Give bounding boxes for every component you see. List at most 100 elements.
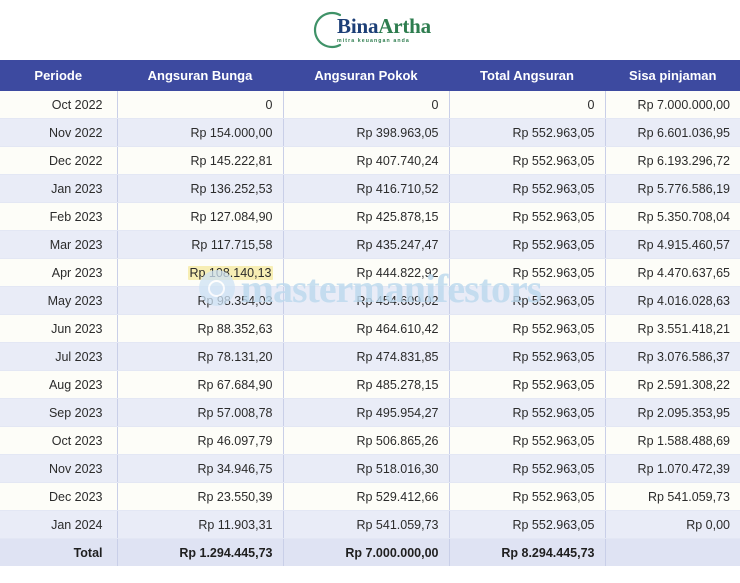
table-header-row: Periode Angsuran Bunga Angsuran Pokok To…	[0, 60, 740, 91]
cell-total-angsuran: Rp 552.963,05	[449, 482, 606, 511]
column-header-sisa-pinjaman[interactable]: Sisa pinjaman	[605, 60, 740, 91]
amortization-table: Periode Angsuran Bunga Angsuran Pokok To…	[0, 60, 740, 566]
cell-angsuran-bunga: Rp 34.946,75	[117, 454, 284, 483]
cell-total-angsuran: Rp 552.963,05	[449, 174, 606, 203]
table-row[interactable]: Oct 2022 0 0 0 Rp 7.000.000,00	[0, 91, 740, 119]
cell-sisa-pinjaman: Rp 541.059,73	[605, 482, 740, 511]
table-total-row: Total Rp 1.294.445,73 Rp 7.000.000,00 Rp 8.…	[0, 538, 740, 566]
column-header-periode[interactable]: Periode	[0, 60, 118, 91]
table-row[interactable]: May 2023 Rp 98.354,03 Rp 454.609,02 Rp 552.…	[0, 286, 740, 315]
binaartha-logo: BinaArtha mitra keuangan anda	[309, 6, 431, 54]
table-row[interactable]: Sep 2023 Rp 57.008,78 Rp 495.954,27 Rp 552.…	[0, 398, 740, 427]
cell-periode: Oct 2023	[0, 426, 118, 455]
cell-sisa-pinjaman: Rp 6.601.036,95	[605, 118, 740, 147]
logo-header: BinaArtha mitra keuangan anda	[0, 0, 740, 60]
cell-periode: Oct 2022	[0, 91, 118, 119]
table-row[interactable]: Apr 2023 Rp 108.140,13 Rp 444.822,92 Rp 552…	[0, 258, 740, 287]
total-cell-periode: Total	[0, 538, 118, 566]
table-body: Oct 2022 0 0 0 Rp 7.000.000,00 Nov 2022 Rp 154…	[0, 91, 740, 566]
cell-sisa-pinjaman: Rp 1.070.472,39	[605, 454, 740, 483]
cell-sisa-pinjaman: Rp 2.591.308,22	[605, 370, 740, 399]
cell-angsuran-bunga: Rp 78.131,20	[117, 342, 284, 371]
cell-angsuran-pokok: Rp 425.878,15	[283, 202, 450, 231]
cell-angsuran-pokok: Rp 464.610,42	[283, 314, 450, 343]
cell-periode: Sep 2023	[0, 398, 118, 427]
cell-angsuran-bunga: Rp 46.097,79	[117, 426, 284, 455]
table-row[interactable]: Aug 2023 Rp 67.684,90 Rp 485.278,15 Rp 552.…	[0, 370, 740, 399]
cell-total-angsuran: 0	[449, 91, 606, 119]
cell-sisa-pinjaman: Rp 2.095.353,95	[605, 398, 740, 427]
table-row[interactable]: Jan 2023 Rp 136.252,53 Rp 416.710,52 Rp 552…	[0, 174, 740, 203]
cell-total-angsuran: Rp 552.963,05	[449, 258, 606, 287]
table-row[interactable]: Dec 2023 Rp 23.550,39 Rp 529.412,66 Rp 552.…	[0, 482, 740, 511]
cell-angsuran-pokok: Rp 541.059,73	[283, 510, 450, 539]
cell-sisa-pinjaman: Rp 4.470.637,65	[605, 258, 740, 287]
cell-angsuran-pokok: Rp 416.710,52	[283, 174, 450, 203]
cell-sisa-pinjaman: Rp 0,00	[605, 510, 740, 539]
cell-angsuran-bunga: Rp 127.084,90	[117, 202, 284, 231]
cell-periode: Nov 2022	[0, 118, 118, 147]
cell-angsuran-pokok: Rp 407.740,24	[283, 146, 450, 175]
cell-sisa-pinjaman: Rp 4.016.028,63	[605, 286, 740, 315]
table-row[interactable]: Feb 2023 Rp 127.084,90 Rp 425.878,15 Rp 552…	[0, 202, 740, 231]
cell-total-angsuran: Rp 552.963,05	[449, 118, 606, 147]
total-cell-total-angsuran: Rp 8.294.445,73	[449, 538, 606, 566]
cell-angsuran-bunga: Rp 136.252,53	[117, 174, 284, 203]
table-row[interactable]: Jun 2023 Rp 88.352,63 Rp 464.610,42 Rp 552.…	[0, 314, 740, 343]
table-header: Periode Angsuran Bunga Angsuran Pokok To…	[0, 60, 740, 91]
cell-angsuran-bunga: Rp 88.352,63	[117, 314, 284, 343]
cell-angsuran-bunga: Rp 108.140,13	[117, 258, 284, 287]
cell-angsuran-bunga: Rp 57.008,78	[117, 398, 284, 427]
table-row[interactable]: Mar 2023 Rp 117.715,58 Rp 435.247,47 Rp 552…	[0, 230, 740, 259]
cell-angsuran-pokok: Rp 454.609,02	[283, 286, 450, 315]
total-cell-angsuran-bunga: Rp 1.294.445,73	[117, 538, 284, 566]
cell-sisa-pinjaman: Rp 6.193.296,72	[605, 146, 740, 175]
cell-angsuran-bunga: Rp 98.354,03	[117, 286, 284, 315]
cell-periode: Apr 2023	[0, 258, 118, 287]
cell-total-angsuran: Rp 552.963,05	[449, 202, 606, 231]
cell-sisa-pinjaman: Rp 1.588.488,69	[605, 426, 740, 455]
cell-total-angsuran: Rp 552.963,05	[449, 342, 606, 371]
cell-total-angsuran: Rp 552.963,05	[449, 146, 606, 175]
table-row[interactable]: Jul 2023 Rp 78.131,20 Rp 474.831,85 Rp 552.…	[0, 342, 740, 371]
cell-periode: Jan 2024	[0, 510, 118, 539]
cell-sisa-pinjaman: Rp 3.076.586,37	[605, 342, 740, 371]
column-header-angsuran-bunga[interactable]: Angsuran Bunga	[117, 60, 284, 91]
cell-periode: Jan 2023	[0, 174, 118, 203]
cell-periode: Mar 2023	[0, 230, 118, 259]
cell-angsuran-bunga: Rp 145.222,81	[117, 146, 284, 175]
cell-angsuran-pokok: Rp 495.954,27	[283, 398, 450, 427]
cell-angsuran-bunga: Rp 117.715,58	[117, 230, 284, 259]
table-row[interactable]: Oct 2023 Rp 46.097,79 Rp 506.865,26 Rp 552.…	[0, 426, 740, 455]
column-header-angsuran-pokok[interactable]: Angsuran Pokok	[283, 60, 450, 91]
logo-tagline: mitra keuangan anda	[337, 37, 410, 44]
logo-name-part2: Artha	[378, 13, 431, 38]
logo-text: BinaArtha mitra keuangan anda	[337, 13, 431, 44]
cell-periode: Dec 2022	[0, 146, 118, 175]
cell-periode: May 2023	[0, 286, 118, 315]
cell-total-angsuran: Rp 552.963,05	[449, 398, 606, 427]
amortization-table-wrapper: Periode Angsuran Bunga Angsuran Pokok To…	[0, 60, 740, 566]
table-row[interactable]: Nov 2022 Rp 154.000,00 Rp 398.963,05 Rp 552…	[0, 118, 740, 147]
cell-total-angsuran: Rp 552.963,05	[449, 510, 606, 539]
cell-angsuran-pokok: Rp 398.963,05	[283, 118, 450, 147]
table-row[interactable]: Jan 2024 Rp 11.903,31 Rp 541.059,73 Rp 552.…	[0, 510, 740, 539]
cell-angsuran-bunga: Rp 23.550,39	[117, 482, 284, 511]
cell-periode: Jul 2023	[0, 342, 118, 371]
cell-angsuran-pokok: Rp 506.865,26	[283, 426, 450, 455]
table-row[interactable]: Nov 2023 Rp 34.946,75 Rp 518.016,30 Rp 552.…	[0, 454, 740, 483]
cell-periode: Aug 2023	[0, 370, 118, 399]
cell-sisa-pinjaman: Rp 4.915.460,57	[605, 230, 740, 259]
cell-angsuran-pokok: 0	[283, 91, 450, 119]
logo-name-part1: Bina	[337, 13, 379, 38]
cell-sisa-pinjaman: Rp 5.776.586,19	[605, 174, 740, 203]
column-header-total-angsuran[interactable]: Total Angsuran	[449, 60, 606, 91]
highlighted-value: Rp 108.140,13	[188, 265, 273, 280]
table-row[interactable]: Dec 2022 Rp 145.222,81 Rp 407.740,24 Rp 552…	[0, 146, 740, 175]
cell-sisa-pinjaman: Rp 3.551.418,21	[605, 314, 740, 343]
cell-angsuran-pokok: Rp 474.831,85	[283, 342, 450, 371]
cell-periode: Jun 2023	[0, 314, 118, 343]
cell-periode: Feb 2023	[0, 202, 118, 231]
cell-total-angsuran: Rp 552.963,05	[449, 370, 606, 399]
cell-periode: Nov 2023	[0, 454, 118, 483]
